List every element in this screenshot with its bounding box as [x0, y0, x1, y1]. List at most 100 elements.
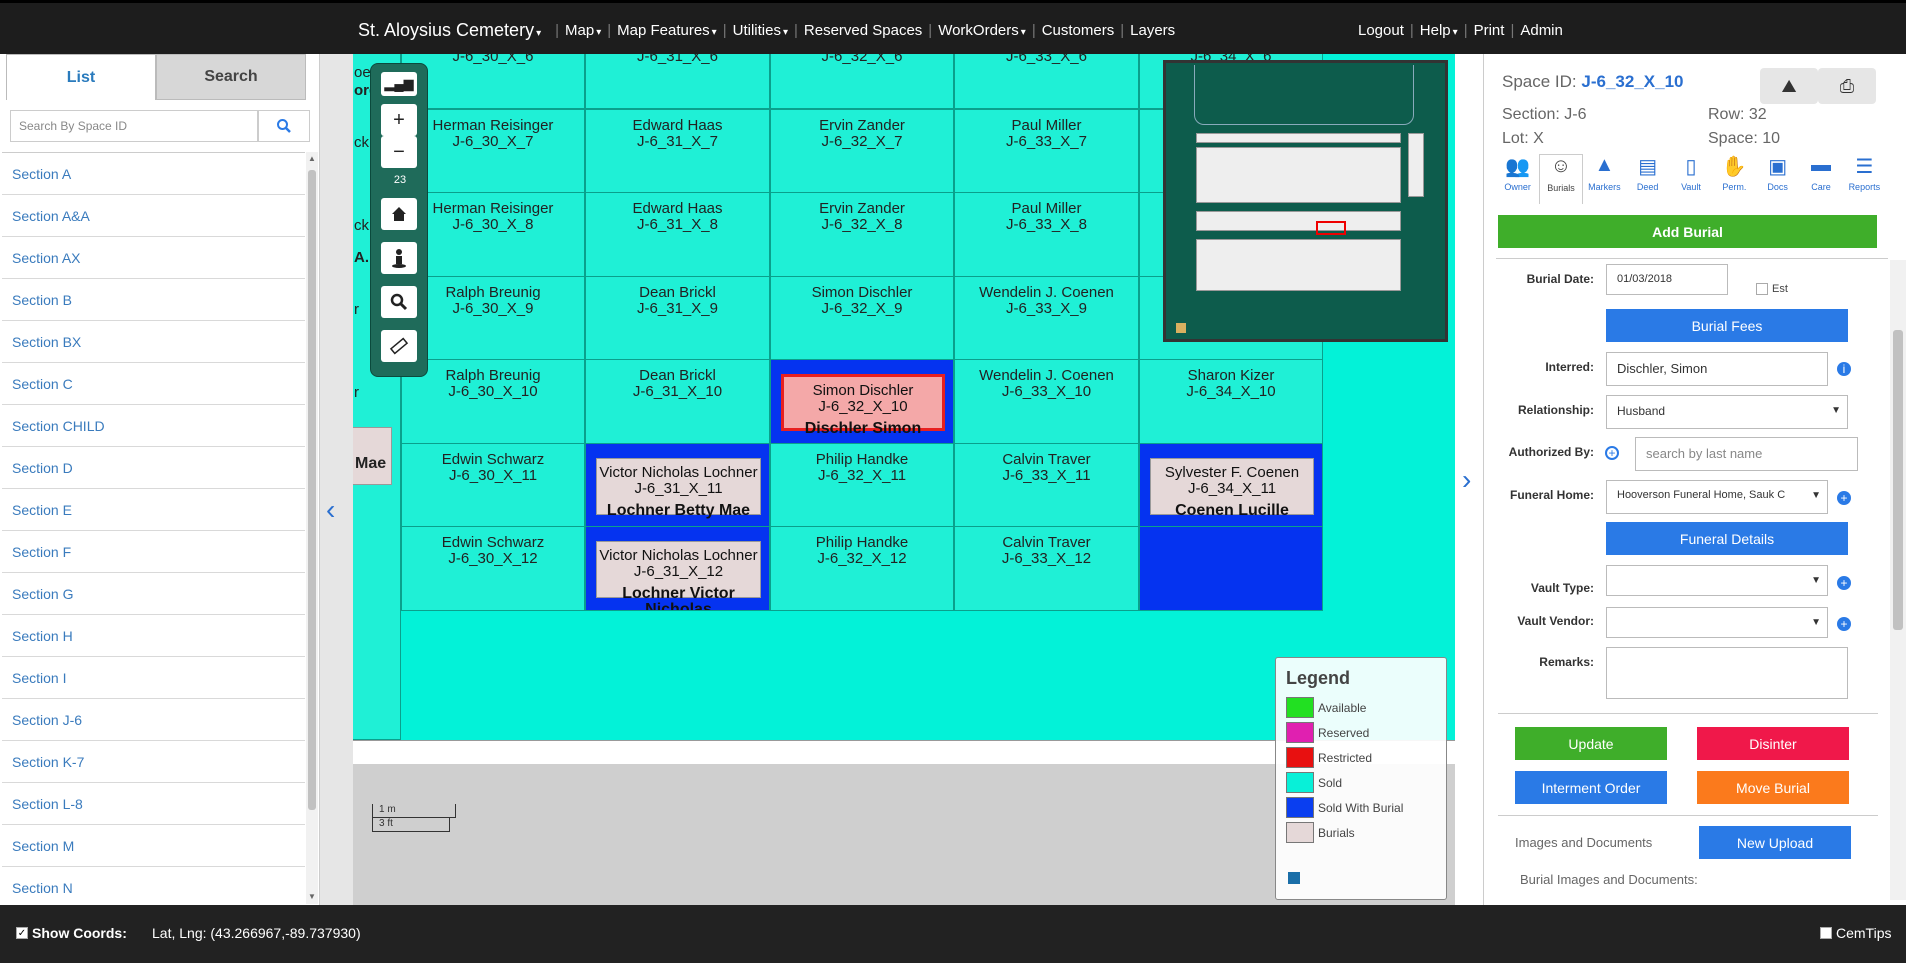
burial-marker[interactable]: Victor Nicholas Lochner J-6_31_X_12 Lochne…: [596, 541, 761, 610]
plot-cell[interactable]: Monroe HaasJ-6_32_X_6: [770, 54, 954, 109]
tab-markers[interactable]: ▲ Markers: [1583, 154, 1626, 204]
measure-button[interactable]: [381, 330, 417, 362]
section-item[interactable]: Section A&A: [2, 195, 305, 237]
plot-cell[interactable]: Sylvester F. Coenen J-6_34_X_11 Coenen Luc…: [1139, 443, 1323, 528]
nav-layers[interactable]: Layers: [1124, 22, 1181, 39]
collapse-left-arrow-icon[interactable]: ‹: [326, 494, 335, 526]
collapse-right-arrow-icon[interactable]: ›: [1462, 464, 1471, 496]
burial-fees-button[interactable]: Burial Fees: [1606, 309, 1848, 342]
add-vault-type-icon[interactable]: +: [1837, 576, 1851, 590]
home-button[interactable]: [381, 198, 417, 230]
tab-vault[interactable]: ▯ Vault: [1669, 154, 1712, 204]
section-item[interactable]: Section C: [2, 363, 305, 405]
nav-map-features[interactable]: Map Features ▾: [611, 22, 723, 39]
plot-cell[interactable]: Calvin Traver J-6_33_X_12: [954, 526, 1139, 611]
plot-cell[interactable]: Edwin Schwarz J-6_30_X_11: [401, 443, 585, 528]
resize-icon[interactable]: [1288, 872, 1300, 884]
interred-field[interactable]: Dischler, Simon: [1606, 352, 1828, 386]
zoom-area-button[interactable]: [381, 286, 417, 318]
plot-cell[interactable]: Edward Haas J-6_31_X_7: [585, 109, 770, 194]
tab-docs[interactable]: ▣ Docs: [1756, 154, 1799, 204]
tab-care[interactable]: ▬ Care: [1799, 154, 1842, 204]
section-item[interactable]: Section D: [2, 447, 305, 489]
remarks-textarea[interactable]: [1606, 647, 1848, 699]
plot-cell[interactable]: Paul Miller J-6_33_X_7: [954, 109, 1139, 194]
info-icon[interactable]: i: [1837, 362, 1851, 376]
section-item[interactable]: Section CHILD: [2, 405, 305, 447]
burial-marker[interactable]: Sylvester F. Coenen J-6_34_X_11 Coenen Luc…: [1150, 458, 1314, 519]
form-scrollbar[interactable]: [1890, 260, 1906, 900]
add-authorized-icon[interactable]: +: [1605, 446, 1619, 460]
scroll-up-icon[interactable]: ▲: [308, 154, 316, 163]
section-item[interactable]: Section BX: [2, 321, 305, 363]
plot-cell[interactable]: Victor Nicholas Lochner J-6_31_X_11 Lochne…: [585, 443, 770, 528]
checkbox-box[interactable]: [1820, 927, 1832, 939]
print-button[interactable]: ⎙: [1818, 68, 1876, 104]
tab-list[interactable]: List: [6, 54, 156, 100]
add-vault-vendor-icon[interactable]: +: [1837, 617, 1851, 631]
nav-reserved-spaces[interactable]: Reserved Spaces: [798, 22, 928, 39]
disinter-button[interactable]: Disinter: [1697, 727, 1849, 760]
section-item[interactable]: Section I: [2, 657, 305, 699]
scroll-down-icon[interactable]: ▼: [308, 892, 316, 901]
nav-print[interactable]: Print: [1468, 22, 1511, 39]
nav-admin[interactable]: Admin: [1514, 22, 1569, 39]
plot-cell[interactable]: Ervin Zander J-6_32_X_7: [770, 109, 954, 194]
plot-cell[interactable]: Philip Handke J-6_32_X_11: [770, 443, 954, 528]
burial-marker[interactable]: Victor Nicholas Lochner J-6_31_X_11 Lochne…: [596, 458, 761, 519]
plot-cell[interactable]: Edwin Schwarz J-6_30_X_12: [401, 526, 585, 611]
plot-cell[interactable]: Philip Handke J-6_32_X_12: [770, 526, 954, 611]
plot-cell[interactable]: Ralph Breunig J-6_30_X_10: [401, 359, 585, 444]
update-button[interactable]: Update: [1515, 727, 1667, 760]
burial-date-field[interactable]: 01/03/2018: [1606, 264, 1728, 295]
nav-utilities[interactable]: Utilities ▾: [727, 22, 794, 39]
signal-bars-icon[interactable]: ▂▄▆: [381, 72, 417, 96]
plot-cell[interactable]: Wendelin J. Coenen J-6_33_X_9: [954, 276, 1139, 361]
section-item[interactable]: Section N: [2, 867, 305, 904]
add-funeral-home-icon[interactable]: +: [1837, 491, 1851, 505]
plot-cell[interactable]: Simon Dischler J-6_32_X_9: [770, 276, 954, 361]
funeral-details-button[interactable]: Funeral Details: [1606, 522, 1848, 555]
space-id-search-input[interactable]: Search By Space ID: [10, 110, 258, 142]
section-item[interactable]: Section M: [2, 825, 305, 867]
section-item[interactable]: Section K-7: [2, 741, 305, 783]
nav-workorders[interactable]: WorkOrders ▾: [932, 22, 1032, 39]
section-item[interactable]: Section AX: [2, 237, 305, 279]
plot-cell[interactable]: Victor Nicholas Lochner J-6_31_X_12 Lochne…: [585, 526, 770, 611]
vault-type-select[interactable]: ▼: [1606, 565, 1828, 596]
plot-cell[interactable]: Ervin Zander J-6_32_X_8: [770, 192, 954, 277]
tab-search[interactable]: Search: [156, 54, 306, 100]
plot-cell[interactable]: Edward Haas J-6_31_X_8: [585, 192, 770, 277]
section-item[interactable]: Section H: [2, 615, 305, 657]
plot-cell[interactable]: [1139, 526, 1323, 611]
funeral-home-select[interactable]: Hooverson Funeral Home, Sauk C ▼: [1606, 480, 1828, 514]
section-item[interactable]: Section J-6: [2, 699, 305, 741]
plot-cell[interactable]: Ronald (Dean) TaylorJ-6_31_X_6: [585, 54, 770, 109]
scroll-thumb[interactable]: [1893, 330, 1903, 630]
cemtips-toggle[interactable]: CemTips: [1820, 925, 1892, 941]
plot-cell[interactable]: Dean Brickl J-6_31_X_10: [585, 359, 770, 444]
vault-vendor-select[interactable]: ▼: [1606, 607, 1828, 638]
nav-logout[interactable]: Logout: [1352, 22, 1410, 39]
checkbox-box[interactable]: [1756, 283, 1768, 295]
section-item[interactable]: Section A: [2, 153, 305, 195]
plot-cell[interactable]: Sharon Kizer J-6_34_X_10: [1139, 359, 1323, 444]
cemetery-selector[interactable]: St. Aloysius Cemetery ▾: [352, 20, 547, 41]
plot-cell[interactable]: Simon Dischler J-6_32_X_10 Dischler Simon: [770, 359, 954, 444]
overview-minimap[interactable]: [1163, 60, 1448, 342]
plot-cell[interactable]: Calvin Traver J-6_33_X_11: [954, 443, 1139, 528]
section-item[interactable]: Section E: [2, 489, 305, 531]
nav-map[interactable]: Map ▾: [559, 22, 607, 39]
expand-icon[interactable]: [1176, 323, 1186, 333]
authorized-by-search[interactable]: search by last name: [1635, 437, 1858, 471]
search-button[interactable]: [258, 110, 310, 142]
zoom-out-button[interactable]: −: [381, 136, 417, 168]
plot-cell[interactable]: Paul Miller J-6_33_X_8: [954, 192, 1139, 277]
nav-help[interactable]: Help ▾: [1414, 22, 1464, 39]
scroll-thumb[interactable]: [308, 170, 316, 810]
section-item[interactable]: Section B: [2, 279, 305, 321]
plot-cell[interactable]: Dean Brickl J-6_31_X_9: [585, 276, 770, 361]
section-item[interactable]: Section L-8: [2, 783, 305, 825]
show-coords-toggle[interactable]: ✓ Show Coords:: [16, 925, 127, 941]
map-locate-button[interactable]: ⛰: [1760, 68, 1818, 104]
